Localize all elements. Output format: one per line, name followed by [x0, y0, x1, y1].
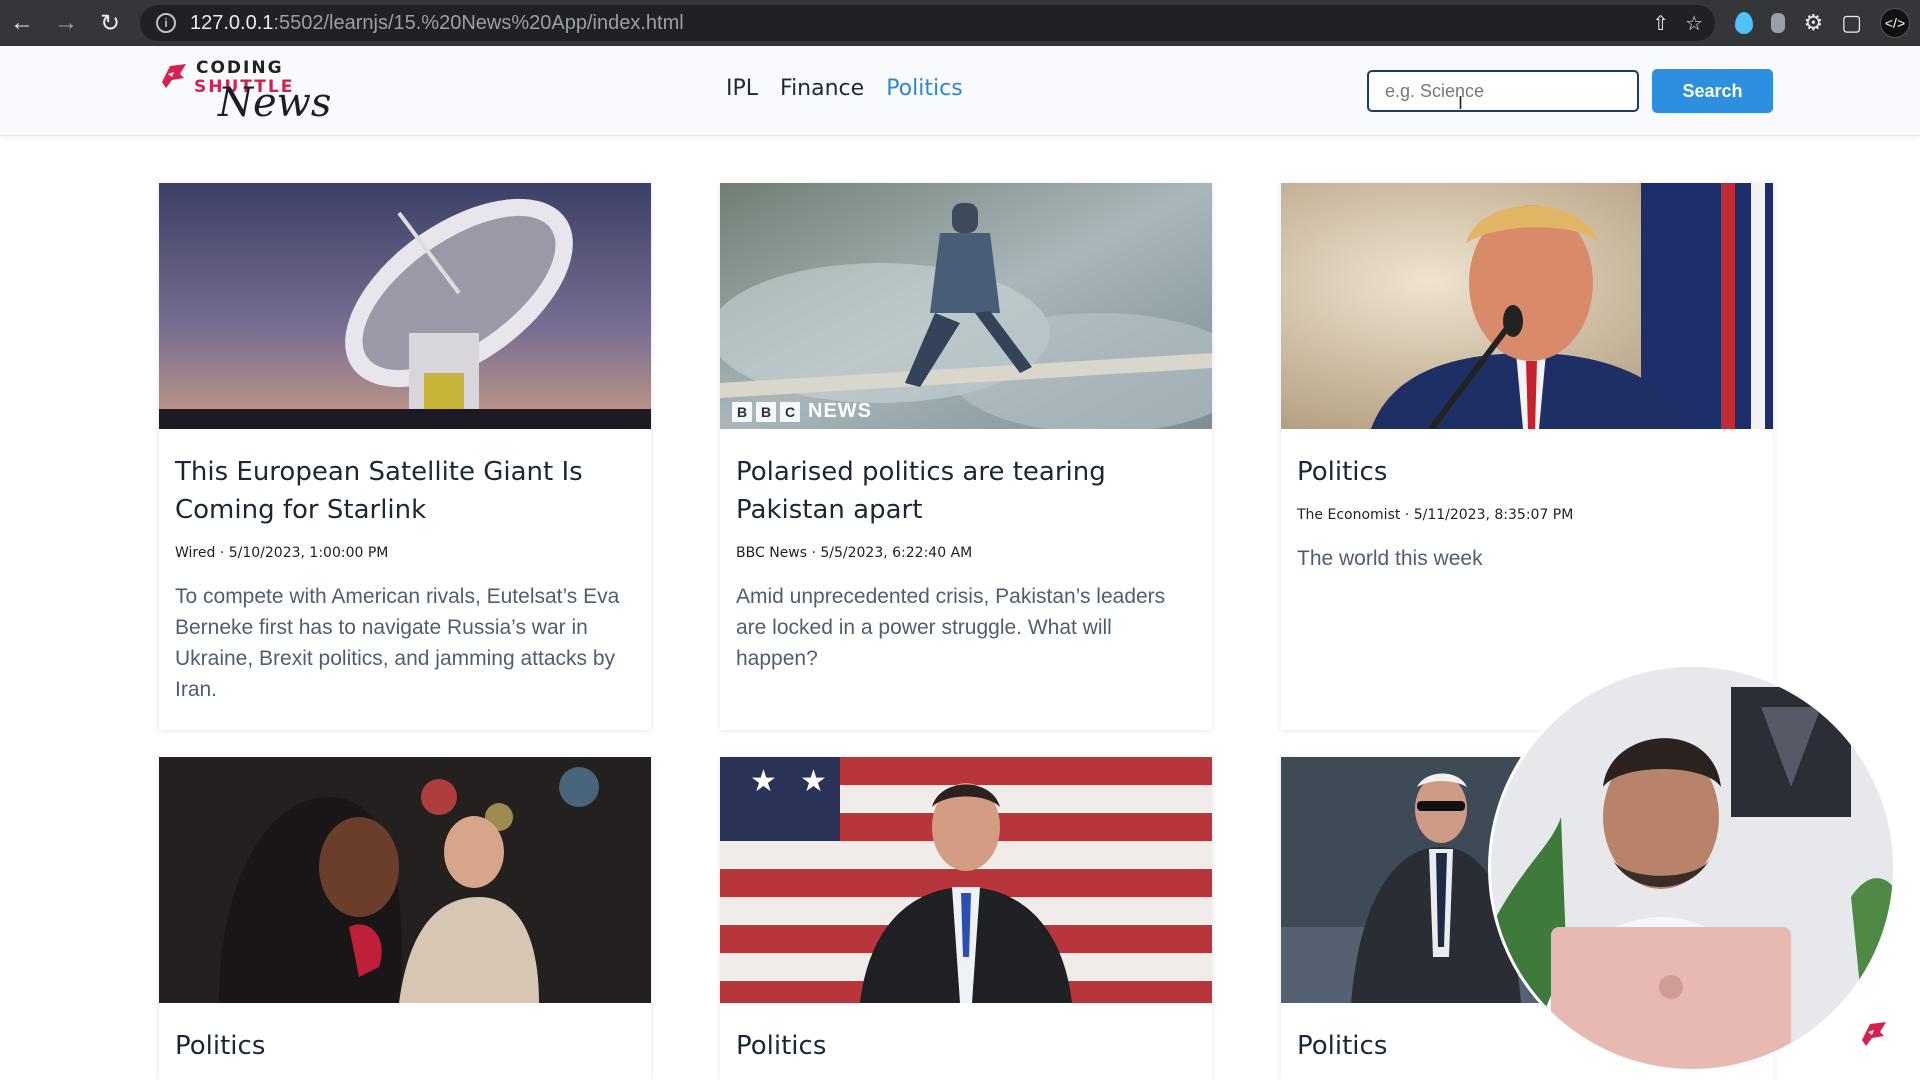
article-image-satellite — [159, 183, 651, 429]
puzzle-extensions-icon[interactable]: ⚙ — [1803, 10, 1823, 36]
article-source-date: Wired · 5/10/2023, 1:00:00 PM — [175, 545, 389, 561]
share-icon[interactable]: ⇧ — [1652, 11, 1669, 36]
site-info-icon[interactable]: i — [156, 13, 176, 33]
category-nav: IPL Finance Politics — [726, 76, 963, 101]
nav-item-finance[interactable]: Finance — [780, 76, 864, 101]
search-input[interactable] — [1367, 70, 1639, 112]
presenter-webcam-overlay — [1488, 664, 1896, 1072]
news-card[interactable]: B B C NEWS Polarised politics are tearin… — [720, 183, 1212, 730]
droplet-extension-icon[interactable] — [1735, 12, 1754, 34]
news-card[interactable]: This European Satellite Giant Is Coming … — [159, 183, 651, 730]
site-header: CODING SHUTTLE News IPL Finance Politics… — [0, 46, 1920, 136]
article-image-crowd — [159, 757, 651, 1003]
shuttle-logo-icon — [1862, 1022, 1886, 1046]
article-title[interactable]: Polarised politics are tearing Pakistan … — [736, 453, 1196, 529]
article-description: Amid unprecedented crisis, Pakistan’s le… — [736, 585, 1166, 670]
reload-icon[interactable]: ↻ — [88, 0, 132, 46]
news-card[interactable]: ★ ★ Politics — [720, 757, 1212, 1080]
devtools-code-icon[interactable]: </> — [1880, 8, 1910, 38]
article-image-speaker — [1281, 183, 1773, 429]
article-source-date: The Economist · 5/11/2023, 8:35:07 PM — [1297, 507, 1574, 523]
article-title[interactable]: This European Satellite Giant Is Coming … — [175, 453, 635, 529]
url-path: :5502/learnjs/15.%20News%20App/index.htm… — [273, 11, 684, 34]
side-panel-icon[interactable]: ▢ — [1841, 10, 1862, 36]
article-title[interactable]: Politics — [175, 1027, 635, 1065]
article-image-protest: B B C NEWS — [720, 183, 1212, 429]
browser-toolbar: ← → ↻ i 127.0.0.1:5502/learnjs/15.%20New… — [0, 0, 1920, 46]
bbc-news-watermark: B B C NEWS — [732, 400, 872, 423]
nav-item-ipl[interactable]: IPL — [726, 76, 758, 101]
svg-text:★: ★ — [800, 764, 827, 799]
shuttle-logo-icon — [162, 64, 186, 88]
coding-shuttle-news-logo[interactable]: CODING SHUTTLE News — [158, 54, 332, 130]
news-card[interactable]: Politics The Economist · 5/11/2023, 8:35… — [1281, 183, 1773, 730]
news-card[interactable]: Politics — [159, 757, 651, 1080]
article-title[interactable]: Politics — [736, 1027, 1196, 1065]
nav-item-politics[interactable]: Politics — [886, 76, 962, 101]
url-host: 127.0.0.1 — [190, 11, 274, 34]
forward-arrow-icon[interactable]: → — [44, 0, 88, 46]
logo-text-news: News — [218, 80, 332, 126]
article-image-flag: ★ ★ — [720, 757, 1212, 1003]
article-title[interactable]: Politics — [1297, 453, 1757, 491]
svg-text:★: ★ — [750, 764, 777, 799]
article-source-date: BBC News · 5/5/2023, 6:22:40 AM — [736, 545, 973, 561]
extension-icon[interactable] — [1771, 13, 1786, 33]
bookmark-star-icon[interactable]: ☆ — [1685, 11, 1703, 36]
back-arrow-icon[interactable]: ← — [0, 0, 44, 46]
search-button[interactable]: Search — [1652, 69, 1773, 113]
logo-text-coding: CODING — [196, 58, 284, 78]
address-bar[interactable]: i 127.0.0.1:5502/learnjs/15.%20News%20Ap… — [140, 5, 1715, 41]
text-cursor-icon: I — [1458, 93, 1464, 113]
article-description: The world this week — [1297, 547, 1483, 570]
article-description: To compete with American rivals, Eutelsa… — [175, 585, 620, 701]
